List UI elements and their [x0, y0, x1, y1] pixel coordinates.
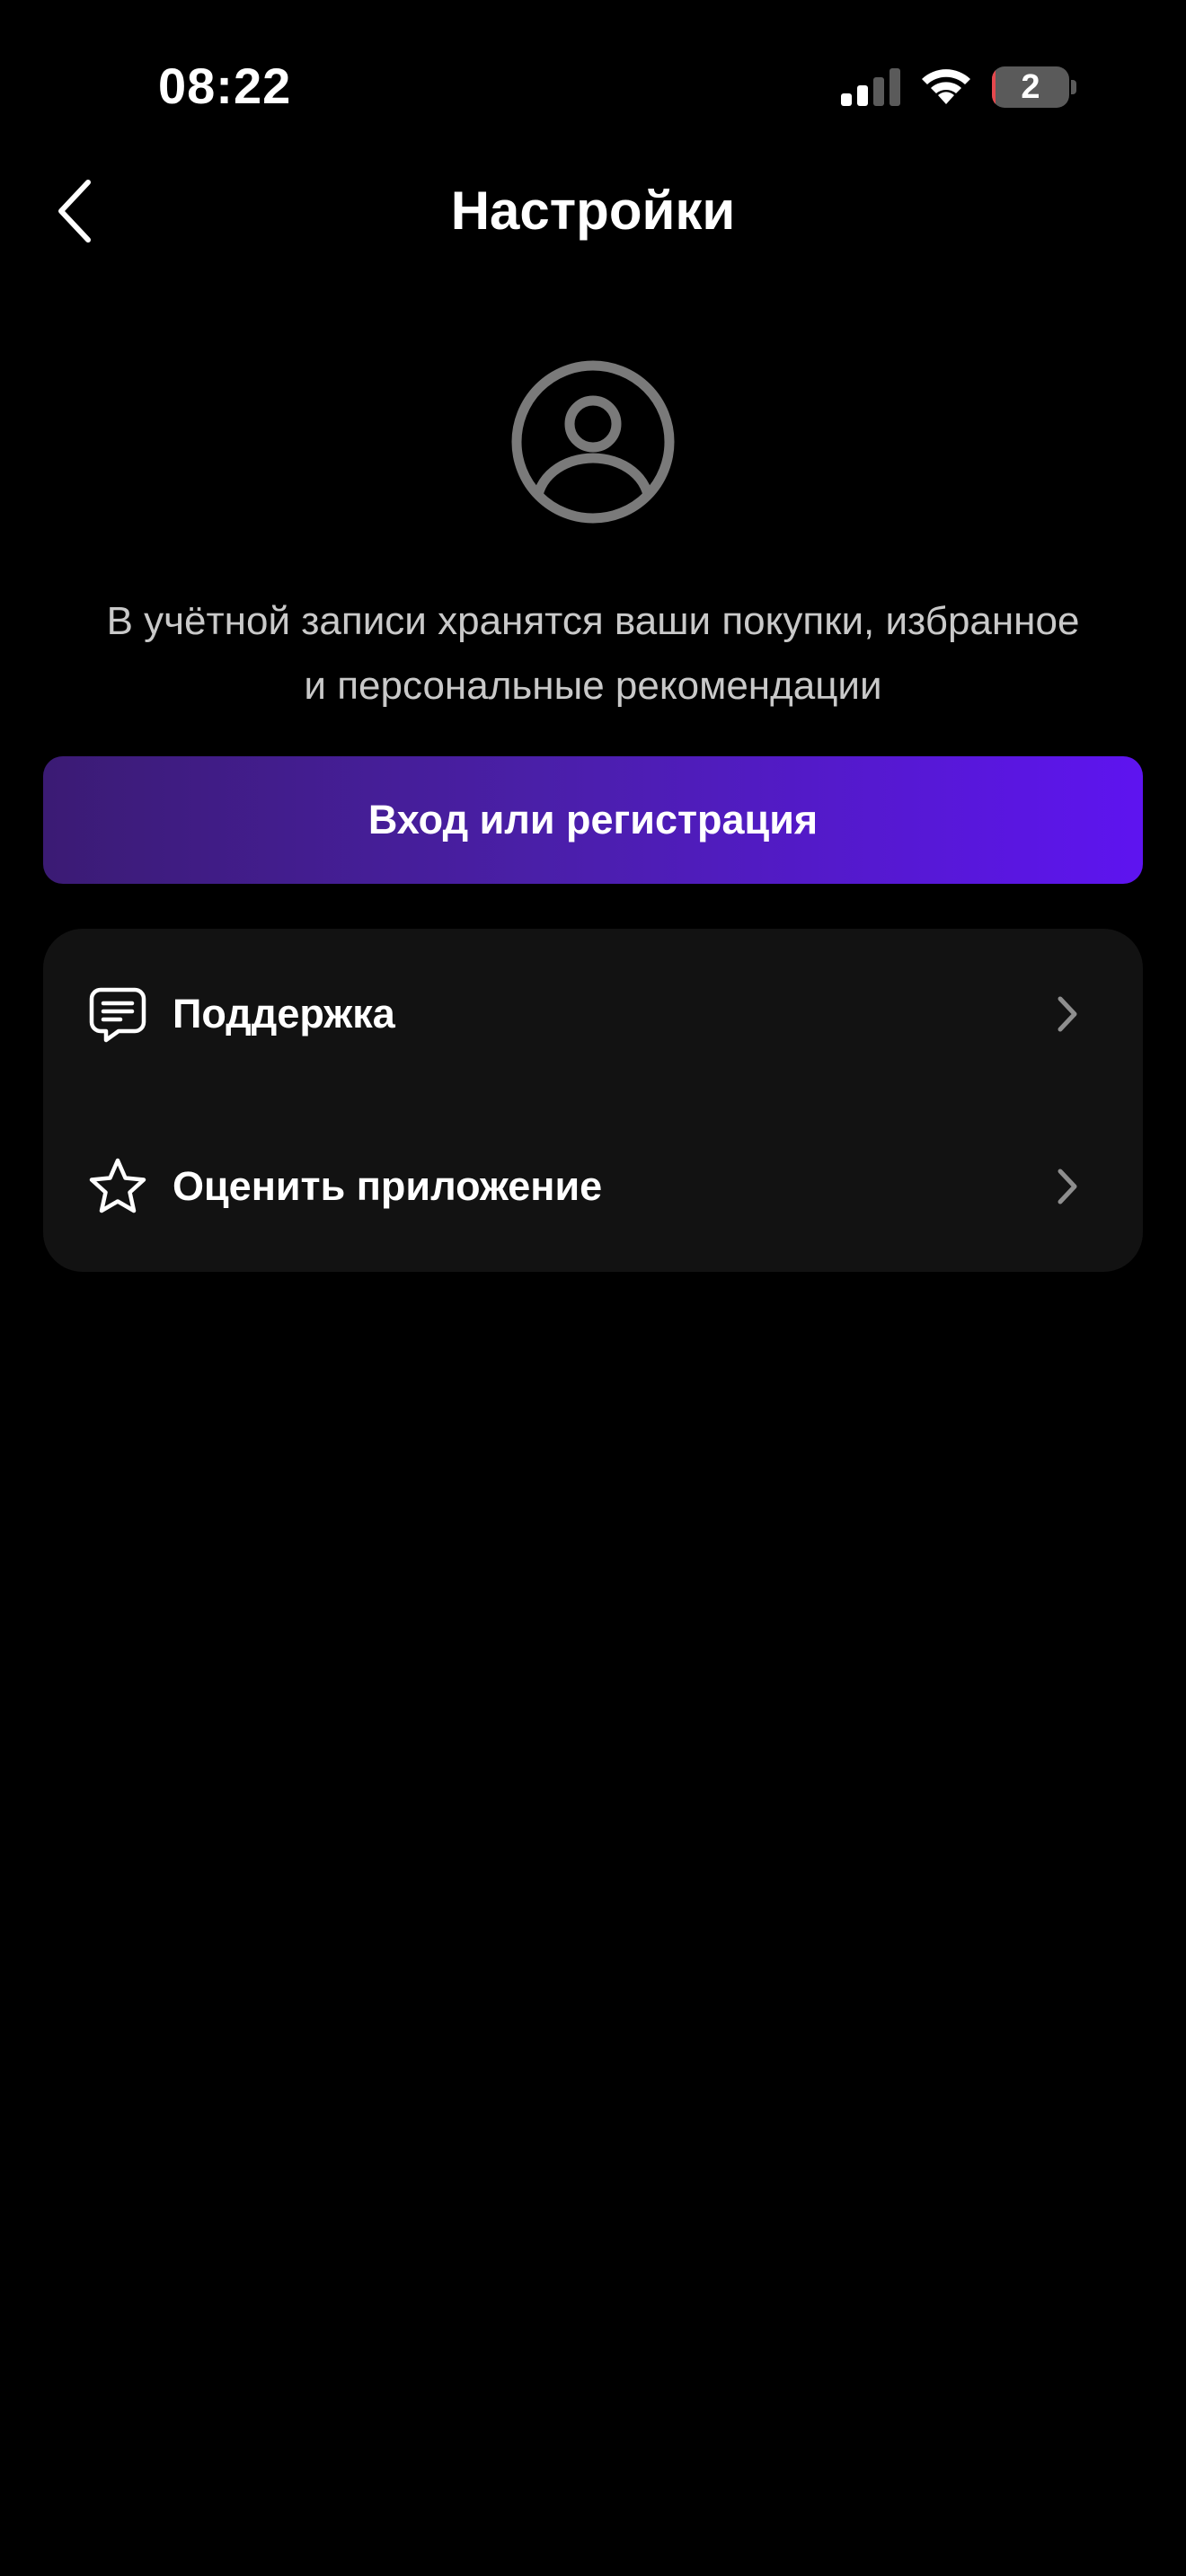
status-bar: 08:22 2	[0, 0, 1186, 171]
battery-icon: 2	[992, 66, 1078, 108]
chevron-right-icon	[1058, 1169, 1077, 1204]
battery-cap	[1071, 80, 1076, 94]
chevron-left-icon	[58, 180, 91, 243]
user-circle-icon	[511, 360, 675, 524]
cellular-signal-icon	[841, 68, 900, 106]
battery-body: 2	[992, 66, 1069, 108]
settings-menu: Поддержка Оценить приложение	[43, 929, 1143, 1272]
wifi-icon	[922, 69, 970, 104]
status-time: 08:22	[158, 57, 292, 114]
login-register-button[interactable]: Вход или регистрация	[43, 756, 1143, 884]
menu-item-label: Оценить приложение	[173, 1163, 603, 1209]
back-button[interactable]	[40, 171, 111, 251]
battery-percentage: 2	[1021, 68, 1040, 106]
menu-item-support[interactable]: Поддержка	[43, 929, 1143, 1099]
menu-item-rate-app[interactable]: Оценить приложение	[43, 1101, 1143, 1272]
page-title: Настройки	[450, 181, 736, 241]
account-info-line-2: и персональные рекомендации	[304, 664, 882, 708]
star-icon	[89, 1158, 146, 1213]
chat-message-icon	[89, 987, 146, 1043]
account-info-text: В учётной записи хранятся ваши покупки, …	[36, 589, 1150, 719]
chevron-right-icon	[1058, 996, 1077, 1032]
menu-item-label: Поддержка	[173, 991, 395, 1037]
account-info-line-1: В учётной записи хранятся ваши покупки, …	[106, 599, 1080, 643]
